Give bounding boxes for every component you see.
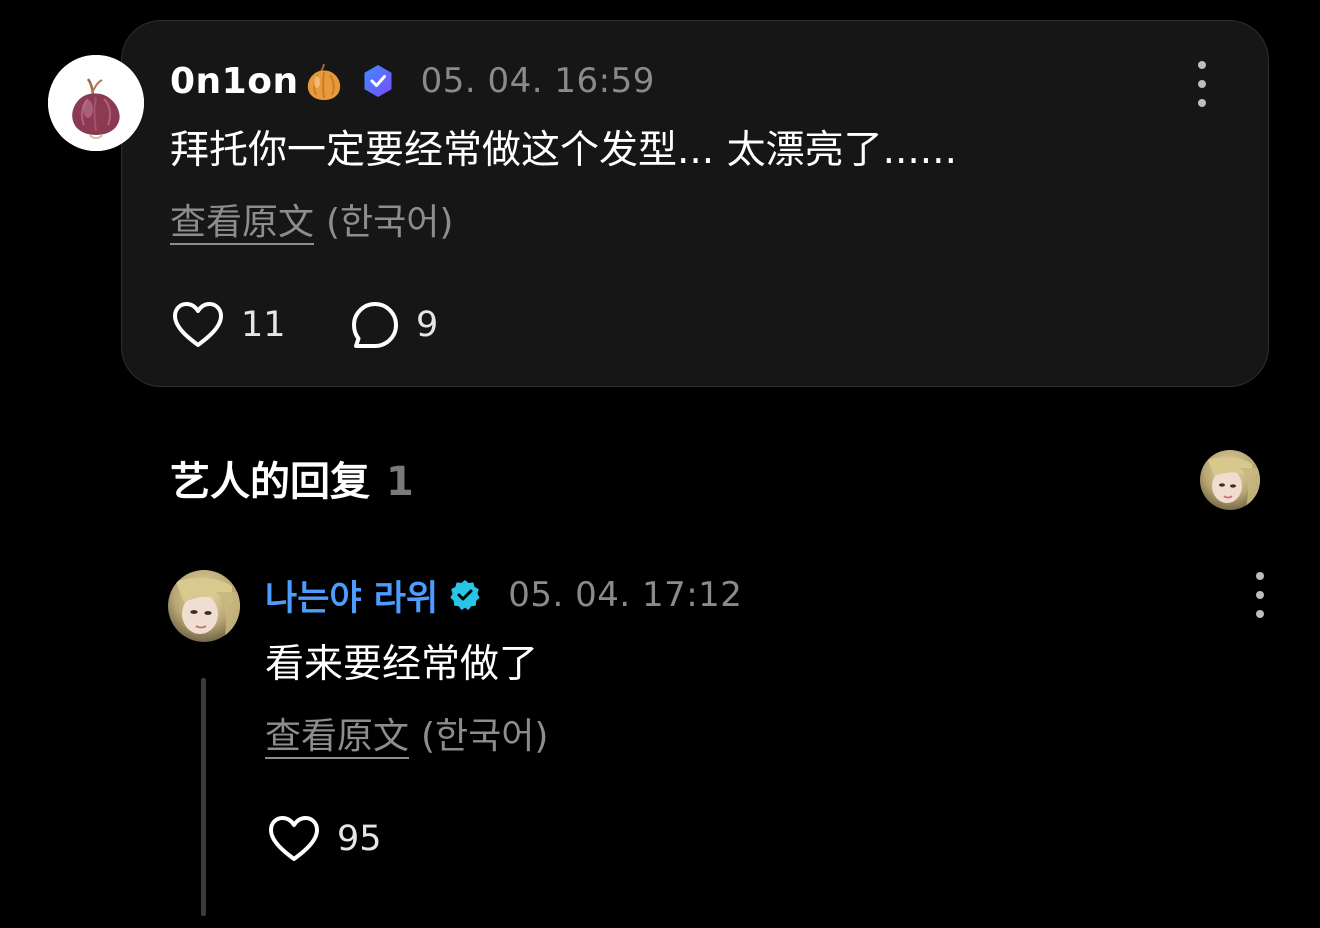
onion-avatar-icon (48, 55, 144, 151)
artist-avatar-image (168, 570, 240, 642)
comment-detail-page: 0n1on 05. 04. 16:59 拜托你一定要经常做这个发型... 太漂亮… (0, 0, 1320, 928)
comment-like-count: 11 (241, 305, 286, 345)
verified-check-icon (448, 578, 482, 612)
reply-like-count: 95 (337, 819, 382, 859)
comment-header: 0n1on 05. 04. 16:59 (170, 56, 655, 106)
more-dot-icon (1198, 80, 1206, 88)
reply-thread-line (201, 678, 206, 916)
artist-replies-title: 艺人的回复 1 (170, 454, 414, 510)
artist-avatar-image (1200, 450, 1260, 510)
more-dot-icon (1256, 591, 1264, 599)
reply-translate-row: 查看原文 (한국어) (265, 712, 548, 762)
more-dot-icon (1198, 99, 1206, 107)
more-dot-icon (1256, 610, 1264, 618)
reply-header: 나는야 라위 05. 04. 17:12 (265, 570, 742, 620)
commenter-avatar[interactable] (48, 55, 144, 151)
onion-emoji-icon (301, 58, 347, 104)
reply-bubble-icon (352, 302, 398, 348)
reply-author-username[interactable]: 나는야 라위 (265, 570, 438, 621)
more-dot-icon (1198, 61, 1206, 69)
comment-like-button[interactable]: 11 (171, 300, 286, 350)
reply-author-avatar[interactable] (168, 570, 240, 642)
reply-more-button[interactable] (1248, 572, 1272, 618)
comment-timestamp: 05. 04. 16:59 (420, 61, 655, 101)
artist-replies-count: 1 (386, 459, 414, 505)
original-language-label: (한국어) (326, 202, 454, 243)
reply-text: 看来要经常做了 (265, 642, 539, 687)
reply-like-button[interactable]: 95 (267, 814, 382, 864)
original-language-label: (한국어) (421, 716, 549, 757)
comment-reply-button[interactable]: 9 (350, 300, 438, 350)
commenter-username[interactable]: 0n1on (170, 61, 299, 102)
heart-icon (173, 302, 223, 347)
artist-replies-label: 艺人的回复 (170, 459, 370, 505)
comment-text: 拜托你一定要经常做这个发型... 太漂亮了...... (170, 128, 957, 173)
reply-timestamp: 05. 04. 17:12 (508, 575, 743, 615)
comment-translate-row: 查看原文 (한국어) (170, 198, 453, 248)
comment-reply-count: 9 (416, 305, 439, 345)
artist-replies-avatar[interactable] (1200, 450, 1260, 510)
comment-more-button[interactable] (1190, 61, 1214, 107)
view-original-link[interactable]: 查看原文 (170, 202, 314, 243)
more-dot-icon (1256, 572, 1264, 580)
verified-hexagon-icon (361, 64, 395, 98)
view-original-link[interactable]: 查看原文 (265, 716, 409, 757)
heart-icon (269, 816, 319, 861)
